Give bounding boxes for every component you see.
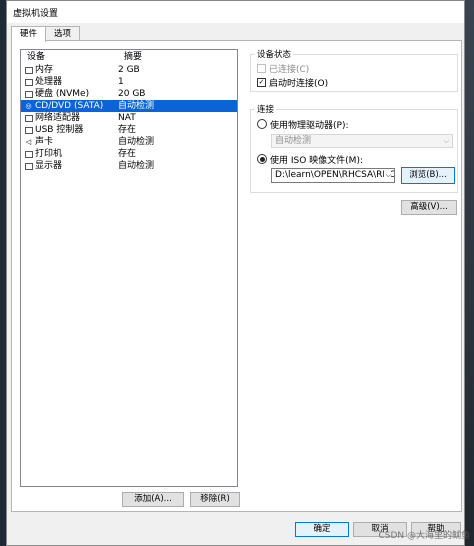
device-name: 显示器 xyxy=(35,161,63,171)
processor-icon xyxy=(24,78,33,87)
device-row-display[interactable]: 显示器 自动检测 xyxy=(21,160,237,172)
desktop-background-right xyxy=(465,0,474,546)
add-button[interactable]: 添加(A)... xyxy=(122,492,184,507)
vm-settings-window: 虚拟机设置 硬件 选项 设备 摘要 内存 2 GB 处理器 1 硬盘 (NVMe… xyxy=(6,0,465,546)
hardware-panel: 设备 摘要 内存 2 GB 处理器 1 硬盘 (NVMe) 20 GB ◎ CD/… xyxy=(11,40,462,512)
connected-label: 已连接(C) xyxy=(269,64,310,75)
physical-drive-select[interactable]: 自动检测 ⌵ xyxy=(271,134,453,148)
connected-checkbox[interactable] xyxy=(257,63,266,73)
connected-checkbox-row[interactable]: 已连接(C) xyxy=(257,62,310,75)
device-status-group: 设备状态 已连接(C) ✓ 启动时连接(O) xyxy=(250,48,458,92)
device-summary: 自动检测 xyxy=(118,137,155,147)
device-summary: 存在 xyxy=(118,149,137,159)
checkmark-icon: ✓ xyxy=(258,77,265,86)
window-title: 虚拟机设置 xyxy=(13,8,59,19)
device-row-disk[interactable]: 硬盘 (NVMe) 20 GB xyxy=(21,88,237,100)
connection-title: 连接 xyxy=(255,103,277,115)
device-row-processor[interactable]: 处理器 1 xyxy=(21,76,237,88)
device-summary: 2 GB xyxy=(118,65,140,75)
disk-icon xyxy=(24,90,33,99)
header-summary: 摘要 xyxy=(124,52,143,62)
device-row-usb[interactable]: USB 控制器 存在 xyxy=(21,124,237,136)
device-name: 内存 xyxy=(35,65,54,75)
device-summary: 自动检测 xyxy=(118,101,155,111)
device-name: 打印机 xyxy=(35,149,63,159)
device-name: 声卡 xyxy=(35,137,54,147)
device-summary: NAT xyxy=(118,113,136,123)
iso-radio[interactable] xyxy=(257,154,267,164)
tab-options[interactable]: 选项 xyxy=(45,26,81,41)
sound-icon: ◁ xyxy=(25,138,32,146)
physical-drive-value: 自动检测 xyxy=(275,136,312,146)
device-name: CD/DVD (SATA) xyxy=(35,101,104,111)
physical-drive-radio[interactable] xyxy=(257,119,267,129)
chevron-down-icon: ⌵ xyxy=(383,169,391,182)
cd-icon: ◎ xyxy=(25,102,32,110)
usb-icon xyxy=(24,126,33,135)
device-summary: 存在 xyxy=(118,125,137,135)
browse-button[interactable]: 浏览(B)... xyxy=(401,167,455,184)
device-list-header: 设备 摘要 xyxy=(21,50,237,64)
chevron-down-icon: ⌵ xyxy=(443,137,449,145)
device-status-title: 设备状态 xyxy=(255,48,294,60)
ok-button[interactable]: 确定 xyxy=(295,522,349,537)
physical-drive-label: 使用物理驱动器(P): xyxy=(270,120,349,131)
device-list[interactable]: 设备 摘要 内存 2 GB 处理器 1 硬盘 (NVMe) 20 GB ◎ CD/… xyxy=(20,49,238,487)
connect-on-power-checkbox[interactable]: ✓ xyxy=(257,77,266,87)
device-summary: 20 GB xyxy=(118,89,146,99)
display-icon xyxy=(24,162,33,171)
memory-icon xyxy=(24,66,33,75)
tab-strip: 硬件 选项 xyxy=(11,26,81,42)
iso-path-combo[interactable]: D:\learn\OPEN\RHCSA\RHCSA ⌵ xyxy=(271,168,395,183)
iso-path-value: D:\learn\OPEN\RHCSA\RHCSA xyxy=(275,170,395,180)
device-name: 处理器 xyxy=(35,77,63,87)
device-name: 网络适配器 xyxy=(35,113,81,123)
tab-hardware[interactable]: 硬件 xyxy=(11,26,47,42)
iso-radio-row[interactable]: 使用 ISO 映像文件(M): xyxy=(257,153,363,166)
device-summary: 1 xyxy=(118,77,124,87)
device-row-cddvd[interactable]: ◎ CD/DVD (SATA) 自动检测 xyxy=(21,100,237,112)
connect-on-power-label: 启动时连接(O) xyxy=(269,78,329,89)
advanced-button[interactable]: 高级(V)... xyxy=(401,200,457,215)
physical-drive-radio-row[interactable]: 使用物理驱动器(P): xyxy=(257,118,349,131)
device-row-memory[interactable]: 内存 2 GB xyxy=(21,64,237,76)
watermark: CSDN @大海里的鱿鱼 xyxy=(378,531,470,541)
device-row-network[interactable]: 网络适配器 NAT xyxy=(21,112,237,124)
iso-label: 使用 ISO 映像文件(M): xyxy=(270,155,363,166)
network-icon xyxy=(24,114,33,123)
device-summary: 自动检测 xyxy=(118,161,155,171)
title-bar: 虚拟机设置 xyxy=(7,1,464,23)
remove-button[interactable]: 移除(R) xyxy=(190,492,240,507)
device-row-printer[interactable]: 打印机 存在 xyxy=(21,148,237,160)
device-row-sound[interactable]: ◁ 声卡 自动检测 xyxy=(21,136,237,148)
printer-icon xyxy=(24,150,33,159)
connect-on-power-row[interactable]: ✓ 启动时连接(O) xyxy=(257,76,329,89)
device-name: USB 控制器 xyxy=(35,125,84,135)
header-device: 设备 xyxy=(27,52,46,62)
connection-group: 连接 使用物理驱动器(P): 自动检测 ⌵ 使用 ISO 映像文件(M): D:… xyxy=(250,103,458,193)
device-name: 硬盘 (NVMe) xyxy=(35,89,90,99)
